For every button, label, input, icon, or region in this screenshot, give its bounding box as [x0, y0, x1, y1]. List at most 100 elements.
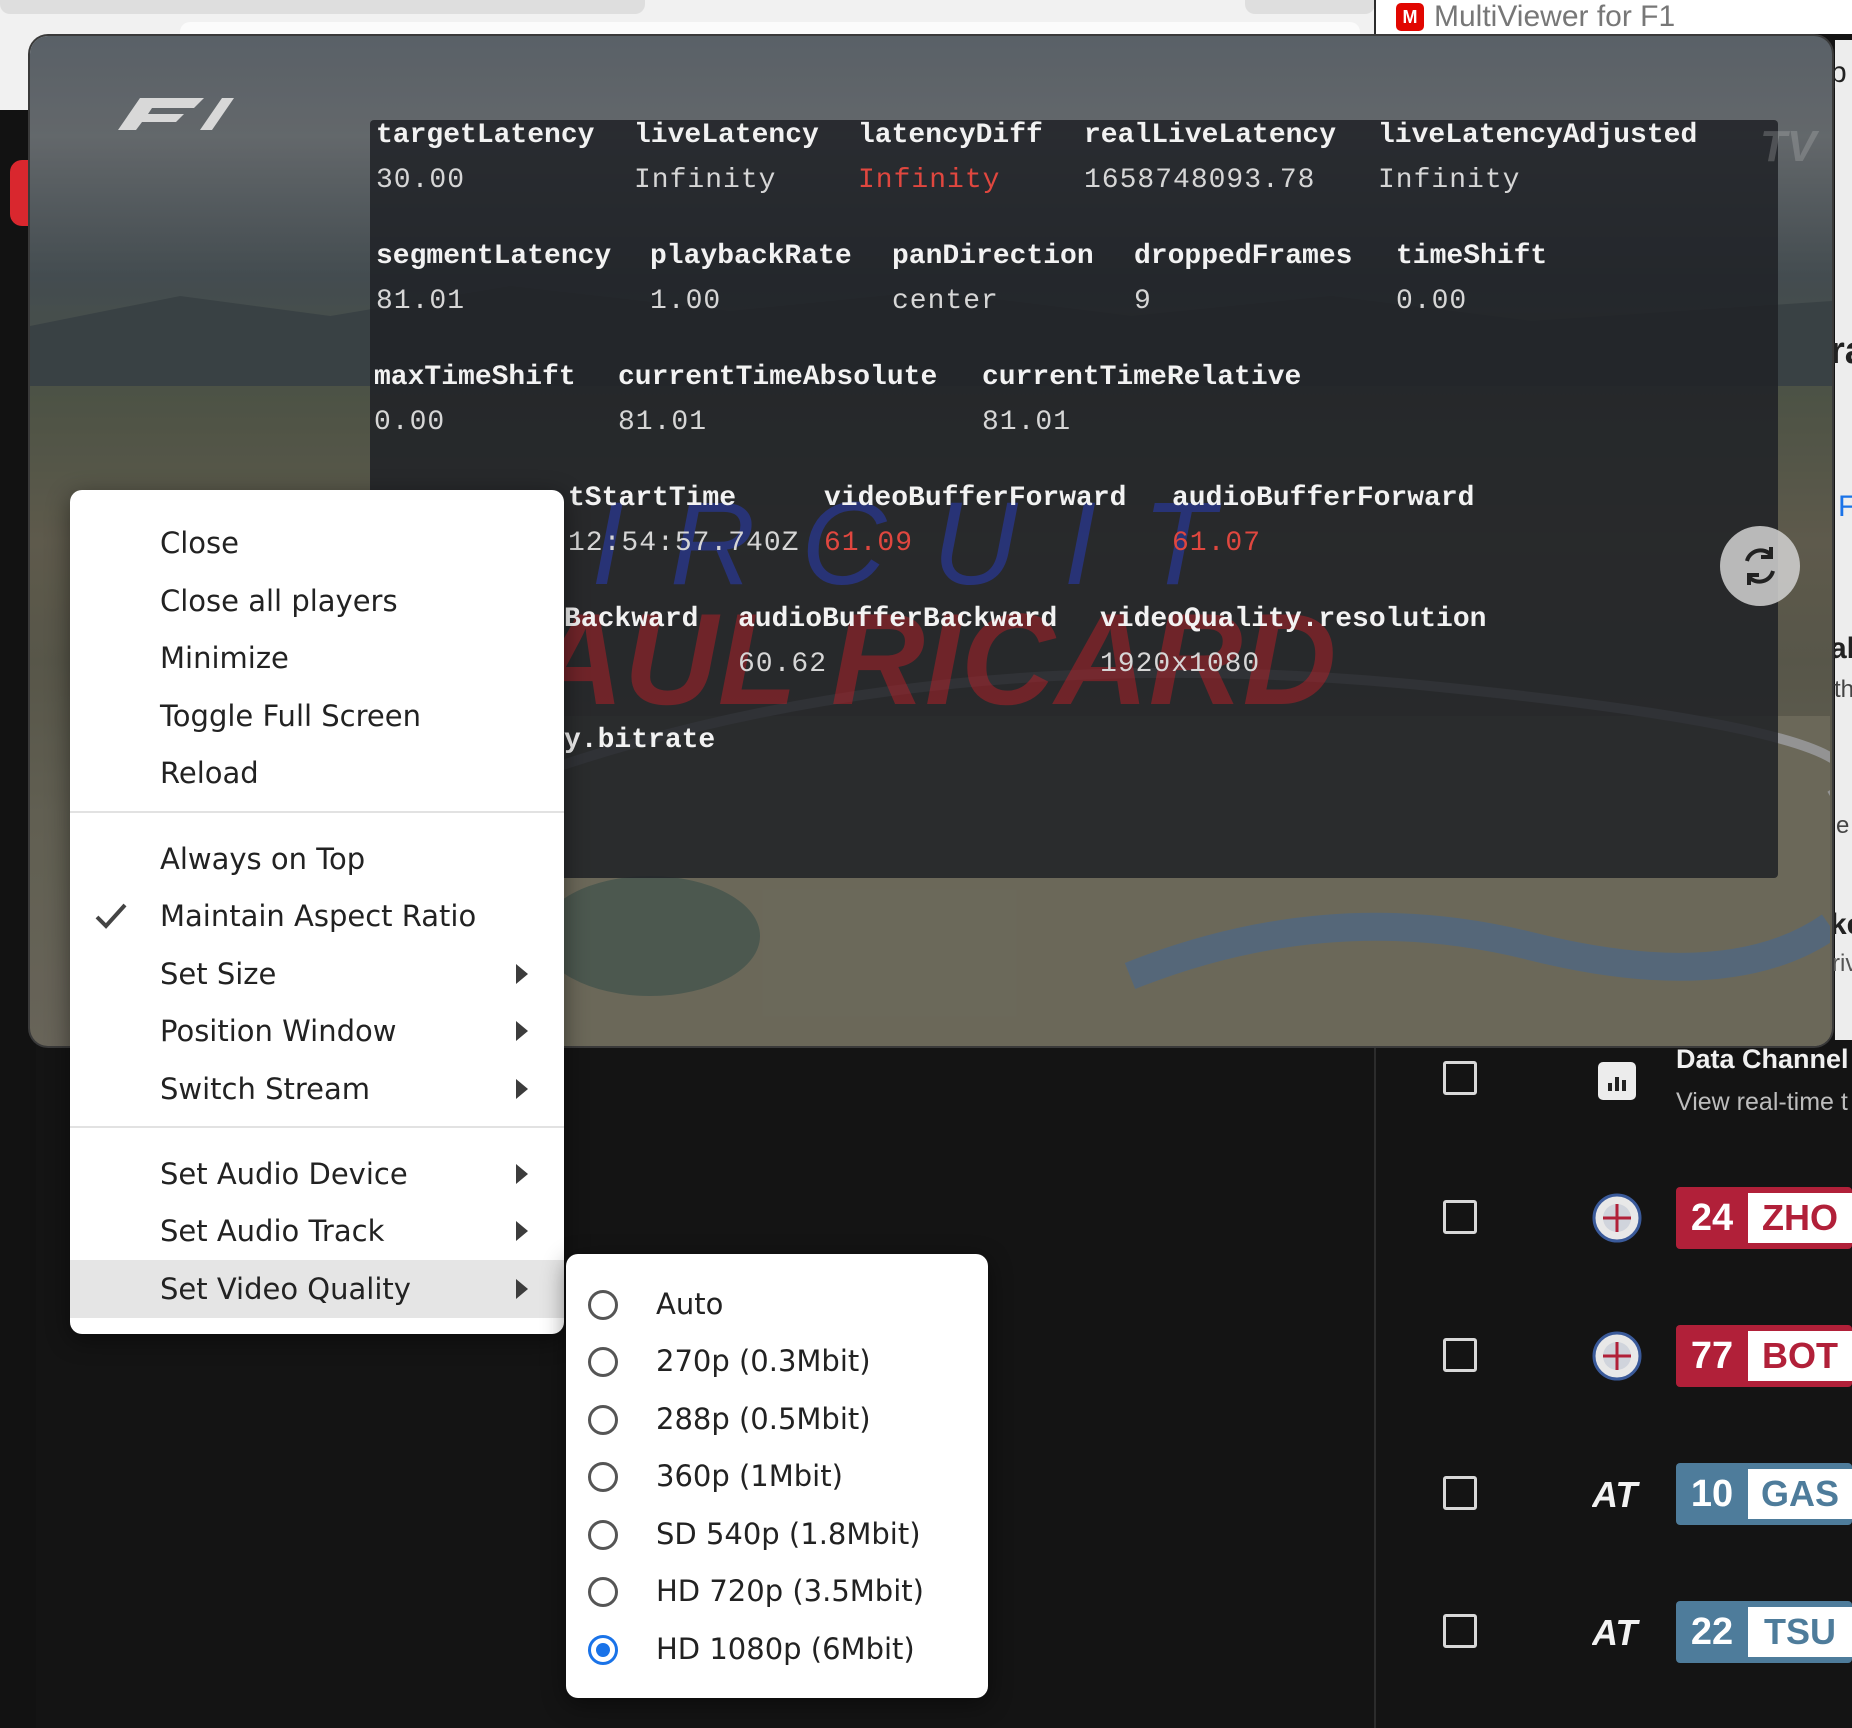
stat-item: liveLatency Infinity: [634, 120, 819, 196]
submenu-arrow-icon: [516, 1221, 528, 1241]
alfa-romeo-icon: [1592, 1193, 1642, 1243]
sync-button[interactable]: [1720, 526, 1800, 606]
edge-text-fragment: th: [1834, 676, 1852, 703]
quality-option-360p[interactable]: 360p (1Mbit): [566, 1449, 988, 1507]
quality-option-540p[interactable]: SD 540p (1.8Mbit): [566, 1507, 988, 1565]
stat-item: segmentLatency 81.01: [376, 241, 612, 317]
submenu-arrow-icon: [516, 1079, 528, 1099]
edge-text-fragment: F: [1838, 490, 1852, 523]
stat-item: playbackRate 1.00: [650, 241, 852, 317]
quality-option-auto[interactable]: Auto: [566, 1277, 988, 1335]
menu-item-minimize[interactable]: Minimize: [70, 629, 564, 687]
stat-item: videoBufferForward 61.09: [824, 483, 1127, 559]
edge-text-fragment: riv: [1832, 950, 1852, 977]
menu-item-maintain-aspect-ratio[interactable]: Maintain Aspect Ratio: [70, 887, 564, 945]
driver-number: 22: [1690, 1610, 1734, 1653]
stat-item: droppedFrames 9: [1134, 241, 1353, 317]
radio-button[interactable]: [588, 1577, 618, 1607]
alphatauri-icon: AT: [1591, 1607, 1642, 1657]
driver-checkbox[interactable]: [1443, 1338, 1477, 1372]
driver-code: GAS: [1748, 1469, 1852, 1519]
menu-item-always-on-top[interactable]: Always on Top: [70, 830, 564, 888]
edge-text-fragment: ke: [1830, 908, 1852, 941]
submenu-arrow-icon: [516, 964, 528, 984]
menu-item-close-all-players[interactable]: Close all players: [70, 572, 564, 630]
stat-item: liveLatencyAdjusted Infinity: [1378, 120, 1698, 196]
stat-item: timeShift 0.00: [1396, 241, 1548, 317]
radio-button[interactable]: [588, 1520, 618, 1550]
stat-item: panDirection center: [892, 241, 1094, 317]
driver-checkbox[interactable]: [1443, 1476, 1477, 1510]
edge-text-fragment: p: [1830, 56, 1847, 89]
driver-badge[interactable]: 22 TSU: [1676, 1601, 1852, 1663]
svg-text:AT: AT: [1592, 1474, 1640, 1515]
stat-item: audioBufferBackward 60.62: [738, 604, 1058, 680]
radio-button-selected[interactable]: [588, 1635, 618, 1665]
menu-item-position-window[interactable]: Position Window: [70, 1002, 564, 1060]
submenu-arrow-icon: [516, 1021, 528, 1041]
data-channel-description: View real-time t: [1676, 1088, 1848, 1116]
menu-item-close[interactable]: Close: [70, 514, 564, 572]
browser-tab[interactable]: [0, 0, 645, 14]
edge-text-fragment: ra: [1830, 330, 1852, 372]
menu-item-set-audio-track[interactable]: Set Audio Track: [70, 1202, 564, 1260]
submenu-arrow-icon: [516, 1164, 528, 1184]
f1tv-watermark: TV: [1760, 122, 1817, 171]
menu-item-set-size[interactable]: Set Size: [70, 945, 564, 1003]
panel-edge: [1835, 40, 1852, 1040]
data-channel-checkbox[interactable]: [1443, 1061, 1477, 1095]
driver-checkbox[interactable]: [1443, 1200, 1477, 1234]
stat-item: latencyDiff Infinity: [858, 120, 1043, 196]
menu-item-set-audio-device[interactable]: Set Audio Device: [70, 1145, 564, 1203]
radio-button[interactable]: [588, 1290, 618, 1320]
stat-item: currentTimeAbsolute 81.01: [618, 362, 938, 438]
quality-option-720p[interactable]: HD 720p (3.5Mbit): [566, 1564, 988, 1622]
radio-button[interactable]: [588, 1347, 618, 1377]
driver-number: 10: [1690, 1472, 1734, 1515]
edge-text-fragment: e: [1836, 812, 1850, 839]
driver-checkbox[interactable]: [1443, 1614, 1477, 1648]
driver-code: TSU: [1748, 1607, 1852, 1657]
app-title-bar: M MultiViewer for F1: [1376, 0, 1852, 34]
checkmark-icon: [95, 903, 127, 929]
stat-item: tStartTime 12:54:57.740Z: [568, 483, 800, 559]
stat-item: audioBufferForward 61.07: [1172, 483, 1475, 559]
player-context-menu: Close Close all players Minimize Toggle …: [70, 490, 564, 1334]
stat-item: maxTimeShift 0.00: [374, 362, 576, 438]
sync-icon: [1745, 547, 1775, 585]
driver-number: 77: [1690, 1334, 1734, 1377]
stat-item: Backward: [564, 604, 699, 635]
driver-badge[interactable]: 24 ZHO: [1676, 1187, 1852, 1249]
bar-chart-icon: [1598, 1062, 1636, 1100]
quality-option-288p[interactable]: 288p (0.5Mbit): [566, 1392, 988, 1450]
menu-item-toggle-full-screen[interactable]: Toggle Full Screen: [70, 687, 564, 745]
driver-badge[interactable]: 10 GAS: [1676, 1463, 1852, 1525]
alphatauri-icon: AT: [1591, 1469, 1642, 1519]
app-title: MultiViewer for F1: [1434, 0, 1676, 33]
edge-text-fragment: al: [1830, 632, 1852, 665]
driver-code: BOT: [1748, 1331, 1852, 1381]
radio-button[interactable]: [588, 1405, 618, 1435]
driver-badge[interactable]: 77 BOT: [1676, 1325, 1852, 1387]
driver-code: ZHO: [1748, 1193, 1852, 1243]
menu-separator: [70, 1126, 564, 1128]
f1-logo-icon: [118, 98, 234, 130]
menu-item-switch-stream[interactable]: Switch Stream: [70, 1060, 564, 1118]
stat-item: realLiveLatency 1658748093.78: [1084, 120, 1337, 196]
data-channel-title: Data Channel: [1676, 1044, 1849, 1074]
menu-item-reload[interactable]: Reload: [70, 744, 564, 802]
quality-option-270p[interactable]: 270p (0.3Mbit): [566, 1334, 988, 1392]
menu-item-set-video-quality[interactable]: Set Video Quality: [70, 1260, 564, 1318]
browser-tab[interactable]: [1245, 0, 1375, 14]
radio-button[interactable]: [588, 1462, 618, 1492]
multiviewer-logo-icon: M: [1396, 3, 1424, 31]
stat-item: y.bitrate: [564, 725, 716, 756]
menu-separator: [70, 811, 564, 813]
stat-item: videoQuality.resolution 1920x1080: [1100, 604, 1487, 680]
stat-item: currentTimeRelative 81.01: [982, 362, 1302, 438]
svg-text:AT: AT: [1592, 1612, 1640, 1653]
video-quality-submenu: Auto 270p (0.3Mbit) 288p (0.5Mbit) 360p …: [566, 1254, 988, 1698]
quality-option-1080p[interactable]: HD 1080p (6Mbit): [566, 1622, 988, 1680]
driver-number: 24: [1690, 1196, 1734, 1239]
alfa-romeo-icon: [1592, 1331, 1642, 1381]
